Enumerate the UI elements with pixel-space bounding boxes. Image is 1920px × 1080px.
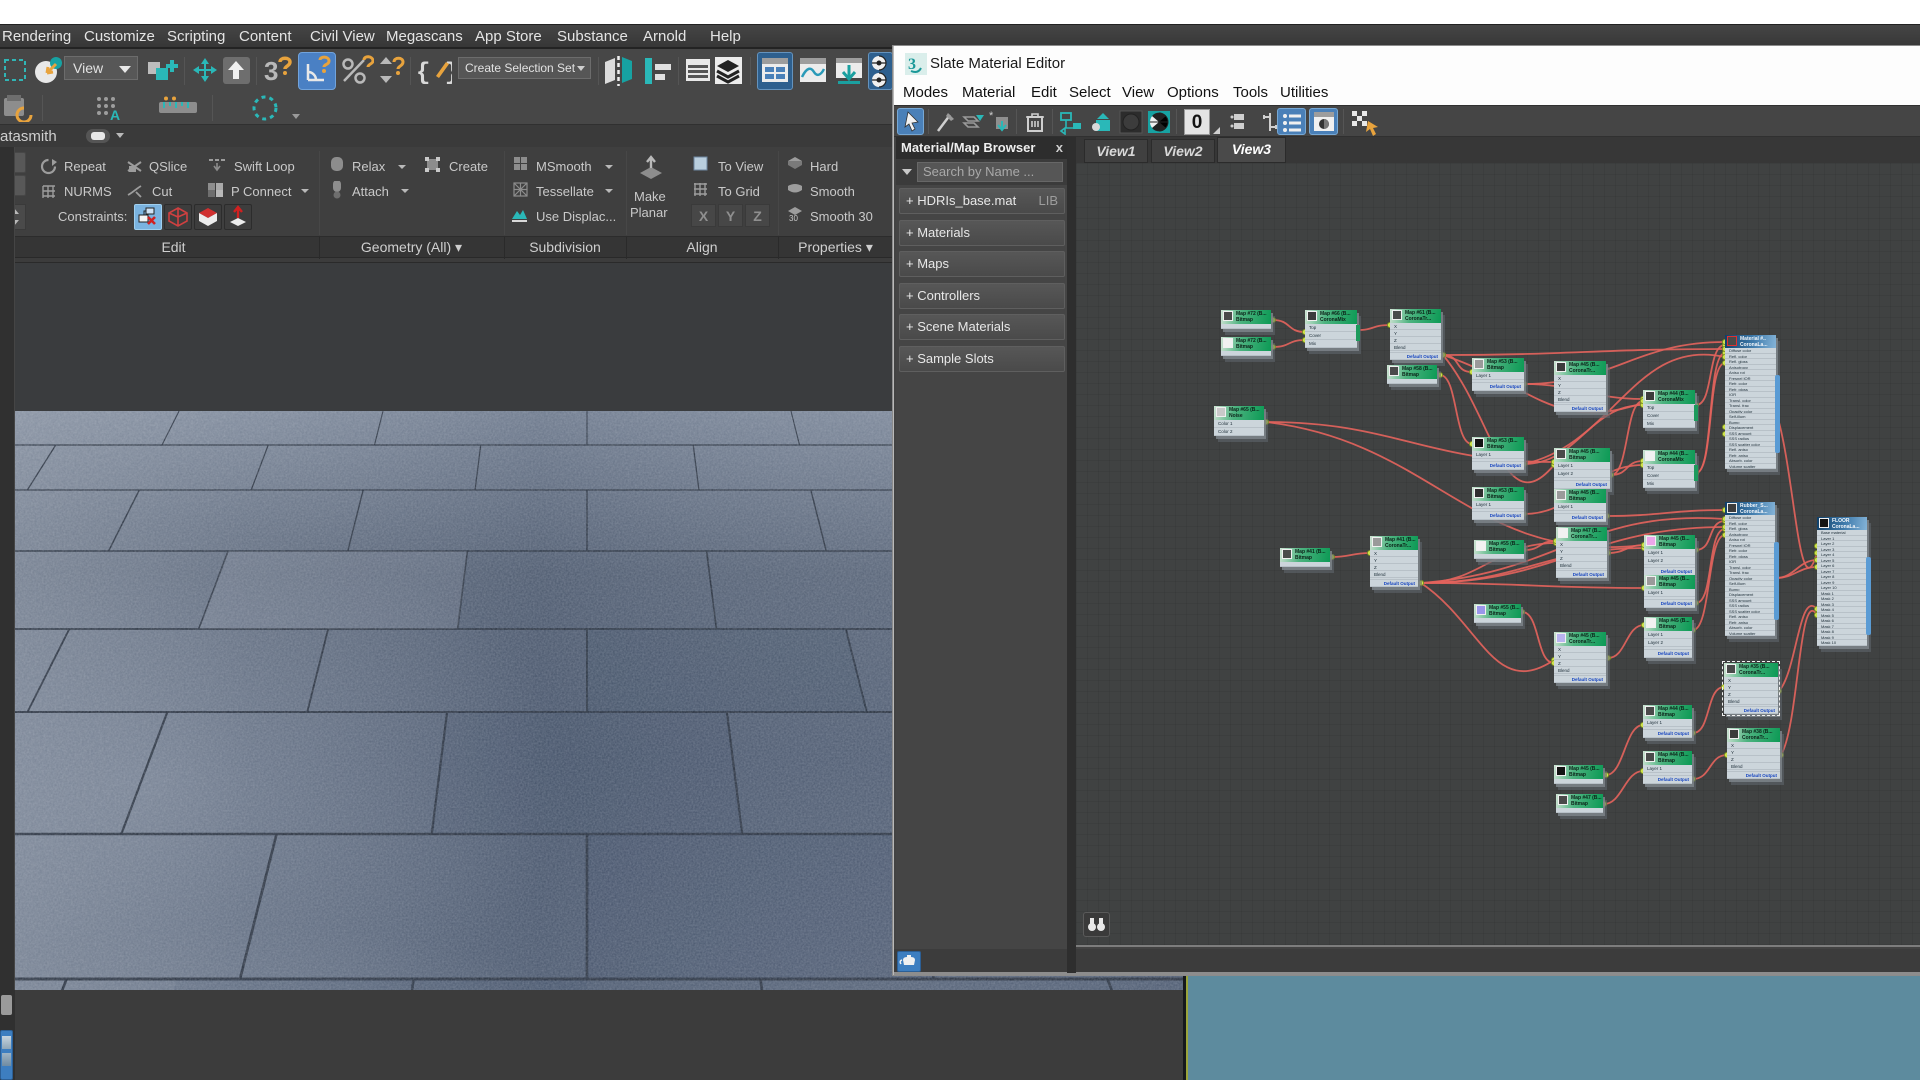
svg-text:30: 30: [789, 214, 798, 223]
svg-text:3: 3: [264, 56, 278, 86]
svg-text:*: *: [989, 110, 994, 122]
svg-text:A: A: [110, 107, 120, 122]
